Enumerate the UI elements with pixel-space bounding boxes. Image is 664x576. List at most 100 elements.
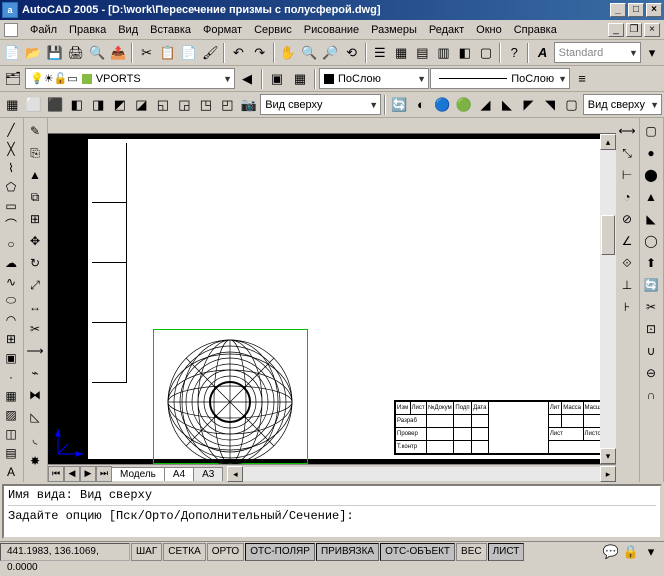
join-tool[interactable]: ⧓ xyxy=(24,384,46,406)
status-osnap[interactable]: ПРИВЯЗКА xyxy=(316,543,379,561)
pan-button[interactable]: ✋ xyxy=(278,42,298,64)
view-top-button[interactable]: ⬜ xyxy=(24,94,45,116)
point-tool[interactable]: · xyxy=(0,368,22,387)
qcalc-button[interactable]: ▢ xyxy=(476,42,496,64)
layer-states-button[interactable]: ▦ xyxy=(289,68,311,90)
scroll-down-button[interactable]: ▾ xyxy=(600,448,616,464)
plot-button[interactable]: 🖨 xyxy=(66,42,86,64)
scroll-right-button[interactable]: ▸ xyxy=(600,466,616,482)
named-view-dropdown[interactable]: Вид сверху ▼ xyxy=(260,94,381,115)
ucs-button[interactable]: ◣ xyxy=(497,94,518,116)
xline-tool[interactable]: ╳ xyxy=(0,139,22,158)
status-ortho[interactable]: ОРТО xyxy=(207,543,244,561)
status-tray-icon[interactable]: ▾ xyxy=(642,544,660,560)
layer-manager-button[interactable]: 🗂 xyxy=(2,68,24,90)
move-tool[interactable]: ✥ xyxy=(24,230,46,252)
polyline-tool[interactable]: ⌇ xyxy=(0,158,22,177)
menu-help[interactable]: Справка xyxy=(508,22,563,38)
offset-tool[interactable]: ⧉ xyxy=(24,186,46,208)
intersect-tool[interactable]: ∩ xyxy=(640,384,662,406)
render-button[interactable]: 🟢 xyxy=(454,94,475,116)
extrude-tool[interactable]: ⬆ xyxy=(640,252,662,274)
preview-button[interactable]: 🔍 xyxy=(87,42,107,64)
minimize-button[interactable]: _ xyxy=(610,3,626,17)
color-dropdown[interactable]: ПоСлою ▼ xyxy=(319,68,429,89)
dim-quick-tool[interactable]: ⟐ xyxy=(616,252,638,274)
horizontal-scrollbar[interactable]: ◂ ▸ xyxy=(227,466,616,482)
scroll-left-button[interactable]: ◂ xyxy=(227,466,243,482)
view-back-button[interactable]: ◪ xyxy=(131,94,152,116)
help-button[interactable]: ? xyxy=(504,42,524,64)
polygon-tool[interactable]: ⬠ xyxy=(0,177,22,196)
tab-a4[interactable]: A4 xyxy=(164,467,194,481)
make-block-tool[interactable]: ▣ xyxy=(0,349,22,368)
zoom-previous-button[interactable]: ⟲ xyxy=(342,42,362,64)
maximize-button[interactable]: □ xyxy=(628,3,644,17)
properties-button[interactable]: ☰ xyxy=(370,42,390,64)
3dorbit-button[interactable]: 🔄 xyxy=(389,94,410,116)
table-tool[interactable]: ▤ xyxy=(0,444,22,463)
insert-block-tool[interactable]: ⊞ xyxy=(0,330,22,349)
doc-close-button[interactable]: × xyxy=(644,23,660,37)
menu-window[interactable]: Окно xyxy=(470,22,508,38)
ucs-2-button[interactable]: ◤ xyxy=(518,94,539,116)
status-grid[interactable]: СЕТКА xyxy=(163,543,206,561)
tab-last-button[interactable]: ⏭ xyxy=(96,466,112,482)
tool-palettes-button[interactable]: ▤ xyxy=(412,42,432,64)
zoom-window-button[interactable]: 🔎 xyxy=(320,42,340,64)
status-lock-icon[interactable]: 🔒 xyxy=(622,544,640,560)
tab-first-button[interactable]: ⏮ xyxy=(48,466,64,482)
doc-minimize-button[interactable]: _ xyxy=(608,23,624,37)
scroll-thumb[interactable] xyxy=(601,215,615,255)
status-coordinates[interactable]: 441.1983, 136.1069, 0.0000 xyxy=(0,543,130,561)
stretch-tool[interactable]: ↔ xyxy=(24,296,46,318)
view-nw-iso-button[interactable]: ◰ xyxy=(217,94,238,116)
match-properties-button[interactable]: 🖌 xyxy=(200,42,220,64)
sheetset-button[interactable]: ▥ xyxy=(433,42,453,64)
design-center-button[interactable]: ▦ xyxy=(391,42,411,64)
dim-continue-tool[interactable]: ⊦ xyxy=(616,296,638,318)
layer-previous-button[interactable]: ◀ xyxy=(236,68,258,90)
dim-angular-tool[interactable]: ∠ xyxy=(616,230,638,252)
tab-a3[interactable]: A3 xyxy=(193,467,223,481)
slice-tool[interactable]: ✂ xyxy=(640,296,662,318)
status-paper[interactable]: ЛИСТ xyxy=(488,543,525,561)
wedge-tool[interactable]: ◣ xyxy=(640,208,662,230)
erase-tool[interactable]: ✎ xyxy=(24,120,46,142)
mtext-tool[interactable]: A xyxy=(0,463,22,482)
spline-tool[interactable]: ∿ xyxy=(0,272,22,291)
circle-tool[interactable]: ○ xyxy=(0,234,22,253)
rectangle-tool[interactable]: ▭ xyxy=(0,196,22,215)
menu-modify[interactable]: Редакт xyxy=(423,22,470,38)
ucs-icon-button[interactable]: ◢ xyxy=(475,94,496,116)
chamfer-tool[interactable]: ◺ xyxy=(24,406,46,428)
menu-edit[interactable]: Правка xyxy=(63,22,112,38)
text-style-more-button[interactable]: ▾ xyxy=(642,42,662,64)
open-button[interactable]: 📂 xyxy=(23,42,43,64)
copy-button[interactable]: 📋 xyxy=(158,42,178,64)
menu-insert[interactable]: Вставка xyxy=(144,22,197,38)
view-right-button[interactable]: ◨ xyxy=(88,94,109,116)
array-tool[interactable]: ⊞ xyxy=(24,208,46,230)
save-button[interactable]: 💾 xyxy=(44,42,64,64)
rotate-tool[interactable]: ↻ xyxy=(24,252,46,274)
status-otrack[interactable]: ОТС-ОБЪЕКТ xyxy=(380,543,455,561)
cut-button[interactable]: ✂ xyxy=(136,42,156,64)
status-comm-icon[interactable]: 💬 xyxy=(602,544,620,560)
tab-prev-button[interactable]: ◀ xyxy=(64,466,80,482)
linetype-dropdown[interactable]: ПоСлою ▼ xyxy=(430,68,570,89)
view-front-button[interactable]: ◩ xyxy=(110,94,131,116)
cone-tool[interactable]: ▲ xyxy=(640,186,662,208)
view-left-button[interactable]: ◧ xyxy=(67,94,88,116)
text-style-button[interactable]: A xyxy=(532,42,552,64)
text-style-dropdown[interactable]: Standard ▼ xyxy=(554,42,641,63)
make-layer-current-button[interactable]: ▣ xyxy=(266,68,288,90)
torus-tool[interactable]: ◯ xyxy=(640,230,662,252)
view-ne-iso-button[interactable]: ◳ xyxy=(196,94,217,116)
undo-button[interactable]: ↶ xyxy=(228,42,248,64)
redo-button[interactable]: ↷ xyxy=(250,42,270,64)
vertical-scrollbar[interactable]: ▴ ▾ xyxy=(600,134,616,464)
doc-restore-button[interactable]: ❐ xyxy=(626,23,642,37)
tab-next-button[interactable]: ▶ xyxy=(80,466,96,482)
scale-tool[interactable]: ⤢ xyxy=(24,274,46,296)
